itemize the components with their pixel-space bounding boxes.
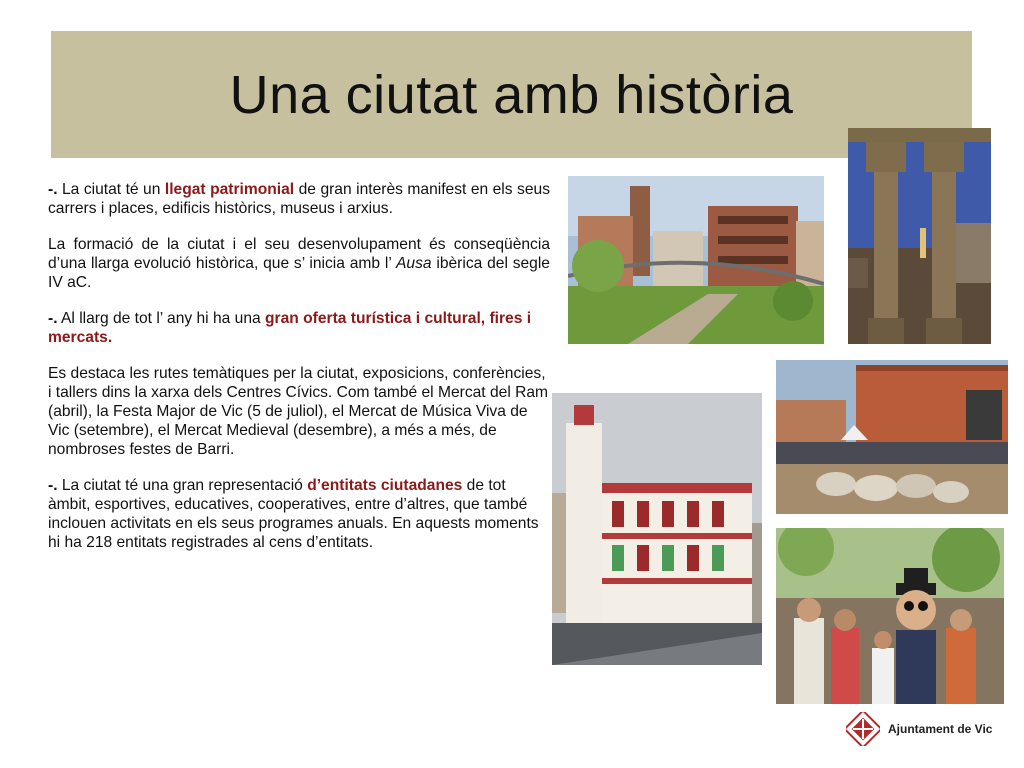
bullet-marker: -. <box>48 477 58 494</box>
ajuntament-logo: Ajuntament de Vic <box>846 712 992 746</box>
paragraph-tourism: -. Al llarg de tot l’ any hi ha una gran… <box>48 310 532 346</box>
bullet-marker: -. <box>48 310 58 327</box>
bullet-marker: -. <box>48 181 58 198</box>
paragraph-entities: -. La ciutat té una gran representació d… <box>48 477 539 551</box>
logo-label: Ajuntament de Vic <box>888 722 993 736</box>
photo-columns <box>848 128 991 344</box>
highlight-heritage: llegat patrimonial <box>164 181 295 198</box>
paragraph-events: Es destaca les rutes temàtiques per la c… <box>48 365 549 458</box>
slide-title: Una ciutat amb història <box>229 64 794 125</box>
photo-town-bridge <box>568 176 824 344</box>
body-text: -. La ciutat té un llegat patrimonial de… <box>48 180 550 569</box>
italic-ausa: Ausa <box>396 255 432 272</box>
photo-market-sheep <box>776 360 1008 514</box>
photo-modernist-building <box>552 393 762 665</box>
photo-festival-crowd <box>776 528 1004 704</box>
title-bar: Una ciutat amb història <box>51 31 972 158</box>
highlight-entities: d’entitats ciutadanes <box>307 477 463 494</box>
paragraph-history: La formació de la ciutat i el seu desenv… <box>48 236 550 291</box>
paragraph-heritage: -. La ciutat té un llegat patrimonial de… <box>48 181 550 217</box>
city-emblem-icon <box>846 712 880 746</box>
